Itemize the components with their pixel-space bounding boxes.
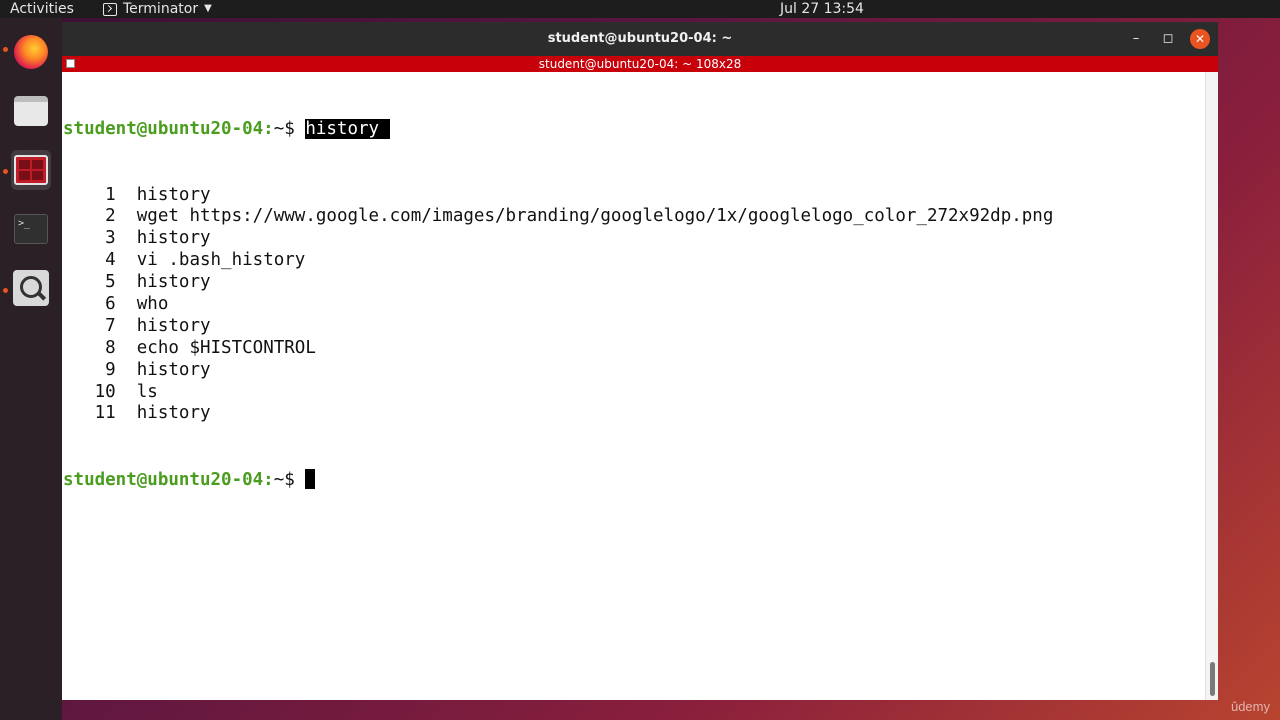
prompt-path: ~$ [273, 470, 306, 491]
app-menu[interactable]: Terminator ▼ [103, 0, 212, 18]
history-line: 4 vi .bash_history [63, 250, 1205, 272]
dock-item-terminator[interactable] [11, 150, 51, 190]
history-number: 11 [63, 403, 116, 424]
maximize-button[interactable]: ◻ [1158, 29, 1178, 49]
history-command: history [115, 403, 211, 424]
terminal-grip-icon[interactable] [66, 59, 75, 68]
history-number: 7 [63, 315, 116, 336]
history-command: ls [115, 381, 158, 402]
current-prompt-line: student@ubuntu20-04:~$ [63, 469, 1205, 491]
selected-command: history [305, 118, 390, 139]
terminal-icon: >_ [14, 214, 48, 244]
dock-item-firefox[interactable] [11, 32, 51, 72]
history-command: echo $HISTCONTROL [115, 337, 316, 358]
history-line: 9 history [63, 360, 1205, 382]
top-bar: Activities Terminator ▼ Jul 27 13:54 [0, 0, 1280, 18]
history-command: wget https://www.google.com/images/brand… [115, 206, 1054, 227]
running-indicator [3, 47, 8, 52]
history-output: 1 history 2 wget https://www.google.com/… [63, 185, 1205, 426]
app-menu-label: Terminator [123, 1, 199, 17]
history-command: history [115, 359, 211, 380]
history-line: 11 history [63, 403, 1205, 425]
close-button[interactable]: ✕ [1190, 29, 1210, 49]
history-command: history [115, 228, 211, 249]
history-command: history [115, 272, 211, 293]
terminator-window: student@ubuntu20-04: ~ – ◻ ✕ student@ubu… [62, 22, 1218, 700]
running-indicator [3, 169, 8, 174]
history-command: history [115, 315, 211, 336]
history-line: 6 who [63, 294, 1205, 316]
prompt: student@ubuntu20-04: [63, 118, 274, 139]
history-line: 7 history [63, 316, 1205, 338]
terminal-body[interactable]: student@ubuntu20-04:~$ history 1 history… [62, 72, 1205, 700]
history-number: 10 [63, 381, 116, 402]
firefox-icon [14, 35, 48, 69]
running-indicator [3, 288, 8, 293]
minimize-button[interactable]: – [1126, 29, 1146, 49]
history-line: 2 wget https://www.google.com/images/bra… [63, 206, 1205, 228]
terminal-header-title: student@ubuntu20-04: ~ 108x28 [538, 57, 742, 71]
history-command: history [115, 184, 211, 205]
history-number: 6 [63, 293, 116, 314]
history-line: 8 echo $HISTCONTROL [63, 338, 1205, 360]
dock-item-search[interactable] [11, 268, 51, 308]
terminator-app-icon [103, 2, 117, 16]
terminator-icon [14, 155, 48, 185]
udemy-watermark: ûdemy [1230, 699, 1270, 714]
text-cursor [305, 469, 316, 490]
history-number: 3 [63, 228, 116, 249]
window-titlebar[interactable]: student@ubuntu20-04: ~ – ◻ ✕ [62, 22, 1218, 56]
window-title: student@ubuntu20-04: ~ [547, 31, 733, 46]
prompt: student@ubuntu20-04: [63, 470, 274, 491]
history-line: 10 ls [63, 382, 1205, 404]
terminal-header[interactable]: student@ubuntu20-04: ~ 108x28 [62, 56, 1218, 72]
files-icon [14, 96, 48, 126]
clock[interactable]: Jul 27 13:54 [780, 0, 864, 18]
history-number: 9 [63, 359, 116, 380]
screenshot-search-icon [13, 270, 49, 306]
history-line: 3 history [63, 228, 1205, 250]
command-line: student@ubuntu20-04:~$ history [63, 118, 1205, 141]
activities-button[interactable]: Activities [10, 0, 74, 18]
history-command: vi .bash_history [115, 250, 306, 271]
scrollbar-thumb[interactable] [1210, 662, 1215, 696]
history-number: 1 [63, 184, 116, 205]
history-number: 8 [63, 337, 116, 358]
dock-item-terminal[interactable]: >_ [11, 209, 51, 249]
dock: >_ [0, 18, 62, 720]
history-command: who [115, 293, 169, 314]
scrollbar[interactable] [1205, 72, 1218, 700]
caret-down-icon: ▼ [204, 3, 212, 14]
history-number: 5 [63, 272, 116, 293]
history-line: 5 history [63, 272, 1205, 294]
dock-item-files[interactable] [11, 91, 51, 131]
prompt-path: ~$ [273, 118, 306, 139]
window-controls: – ◻ ✕ [1126, 29, 1210, 49]
history-number: 2 [63, 206, 116, 227]
history-line: 1 history [63, 185, 1205, 207]
history-number: 4 [63, 250, 116, 271]
